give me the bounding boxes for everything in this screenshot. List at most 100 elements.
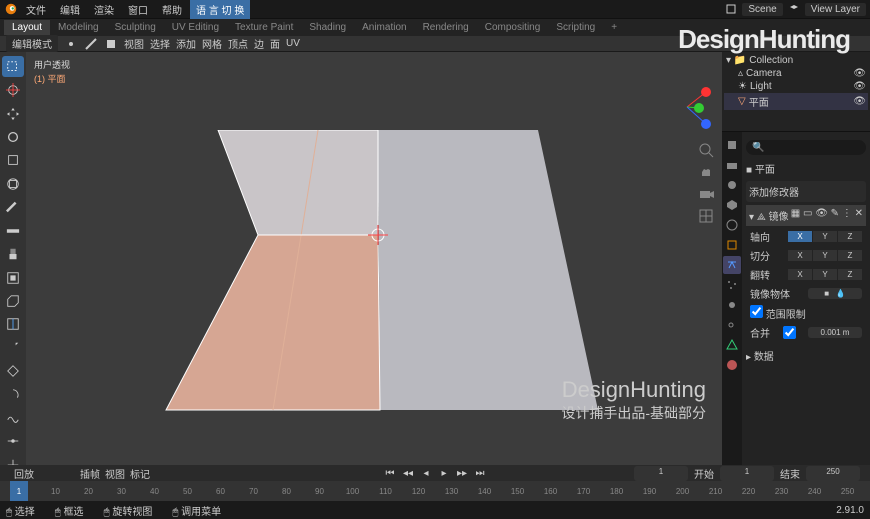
- ptab-data[interactable]: [723, 336, 741, 354]
- scene-name[interactable]: Scene: [742, 3, 782, 16]
- tab-comp[interactable]: Compositing: [477, 20, 549, 35]
- select-tool[interactable]: [2, 56, 24, 77]
- spin-tool[interactable]: [2, 384, 24, 405]
- flip-y[interactable]: Y: [813, 269, 837, 280]
- view-layer-name[interactable]: View Layer: [805, 3, 866, 16]
- mode-select[interactable]: 编辑模式: [6, 35, 58, 52]
- tab-layout[interactable]: Layout: [4, 20, 50, 35]
- ptab-object[interactable]: [723, 236, 741, 254]
- face-mode-icon[interactable]: [104, 37, 118, 51]
- bisect-z[interactable]: Z: [838, 250, 862, 261]
- clip-checkbox[interactable]: [750, 305, 763, 318]
- hdr-uv[interactable]: UV: [286, 38, 300, 49]
- tl-keying[interactable]: 插帧: [80, 470, 100, 481]
- ptab-particle[interactable]: [723, 276, 741, 294]
- outliner-camera[interactable]: Camera: [746, 68, 782, 79]
- prev-key-icon[interactable]: ◂◂: [400, 466, 416, 480]
- hdr-select[interactable]: 选择: [150, 36, 170, 51]
- play-icon[interactable]: ▸: [436, 466, 452, 480]
- measure-tool[interactable]: [2, 220, 24, 241]
- ptab-material[interactable]: [723, 356, 741, 374]
- grid-icon[interactable]: [698, 208, 714, 224]
- nav-gizmo[interactable]: [662, 82, 712, 132]
- end-frame[interactable]: 250: [806, 466, 860, 481]
- tab-anim[interactable]: Animation: [354, 20, 414, 35]
- tab-sculpting[interactable]: Sculpting: [107, 20, 164, 35]
- ptab-physics[interactable]: [723, 296, 741, 314]
- jump-end-icon[interactable]: ⏭: [472, 466, 488, 480]
- tab-add[interactable]: +: [603, 20, 625, 35]
- extrude-tool[interactable]: [2, 243, 24, 264]
- ptab-scene[interactable]: [723, 196, 741, 214]
- ptab-world[interactable]: [723, 216, 741, 234]
- 3d-viewport[interactable]: 用户透视 (1) 平面 ▸ 细分 DesignHunting: [26, 52, 722, 499]
- axis-y[interactable]: Y: [813, 231, 837, 242]
- tab-shading[interactable]: Shading: [301, 20, 354, 35]
- poly-tool[interactable]: [2, 360, 24, 381]
- scale-tool[interactable]: [2, 150, 24, 171]
- ptab-constraint[interactable]: [723, 316, 741, 334]
- play-rev-icon[interactable]: ◂: [418, 466, 434, 480]
- tab-texpaint[interactable]: Texture Paint: [227, 20, 301, 35]
- data-section[interactable]: 数据: [754, 352, 774, 363]
- merge-value[interactable]: 0.001 m: [808, 327, 862, 338]
- edge-mode-icon[interactable]: [84, 37, 98, 51]
- menu-render[interactable]: 渲染: [88, 0, 120, 19]
- bisect-x[interactable]: X: [788, 250, 812, 261]
- vert-mode-icon[interactable]: [64, 37, 78, 51]
- merge-check[interactable]: [783, 326, 796, 339]
- hdr-view[interactable]: 视图: [124, 36, 144, 51]
- rotate-tool[interactable]: [2, 126, 24, 147]
- tab-script[interactable]: Scripting: [548, 20, 603, 35]
- outliner[interactable]: ▾ 📁Collection ▵Camera👁 ☀Light👁 ▽平面👁: [722, 52, 870, 132]
- tab-modeling[interactable]: Modeling: [50, 20, 107, 35]
- loopcut-tool[interactable]: [2, 314, 24, 335]
- transform-tool[interactable]: [2, 173, 24, 194]
- outliner-light[interactable]: Light: [750, 81, 772, 92]
- tl-mode[interactable]: 回放: [8, 465, 40, 482]
- annotate-tool[interactable]: [2, 197, 24, 218]
- smooth-tool[interactable]: [2, 407, 24, 428]
- next-key-icon[interactable]: ▸▸: [454, 466, 470, 480]
- hand-icon[interactable]: [698, 164, 714, 180]
- menu-window[interactable]: 窗口: [122, 0, 154, 19]
- flip-z[interactable]: Z: [838, 269, 862, 280]
- ptab-view[interactable]: [723, 176, 741, 194]
- add-modifier-button[interactable]: 添加修改器: [746, 181, 866, 202]
- axis-z[interactable]: Z: [838, 231, 862, 242]
- slide-tool[interactable]: [2, 431, 24, 452]
- bisect-y[interactable]: Y: [813, 250, 837, 261]
- timeline-ruler[interactable]: 1 01020304050607080901001101201301401501…: [0, 481, 870, 501]
- tab-uv[interactable]: UV Editing: [164, 20, 227, 35]
- tl-view[interactable]: 视图: [105, 470, 125, 481]
- current-frame-field[interactable]: 1: [634, 466, 688, 481]
- menu-edit[interactable]: 编辑: [54, 0, 86, 19]
- hdr-add[interactable]: 添加: [176, 36, 196, 51]
- hdr-face[interactable]: 面: [270, 36, 280, 51]
- ptab-output[interactable]: [723, 156, 741, 174]
- axis-x[interactable]: X: [788, 231, 812, 242]
- camera-icon[interactable]: [698, 186, 714, 202]
- property-search[interactable]: [746, 140, 866, 155]
- inset-tool[interactable]: [2, 267, 24, 288]
- modifier-header[interactable]: ▾ ⟁ 镜像 ▦ ▭ 👁 ✎ ⋮ ✕: [746, 205, 866, 227]
- playhead[interactable]: 1: [10, 481, 28, 501]
- ptab-modifier[interactable]: [723, 256, 741, 274]
- menu-help[interactable]: 帮助: [156, 0, 188, 19]
- start-frame[interactable]: 1: [720, 466, 774, 481]
- outliner-plane[interactable]: 平面: [749, 94, 769, 109]
- flip-x[interactable]: X: [788, 269, 812, 280]
- knife-tool[interactable]: [2, 337, 24, 358]
- hdr-edge[interactable]: 边: [254, 36, 264, 51]
- collection-root[interactable]: Collection: [749, 55, 793, 66]
- move-tool[interactable]: [2, 103, 24, 124]
- tl-marker[interactable]: 标记: [130, 470, 150, 481]
- zoom-icon[interactable]: [698, 142, 714, 158]
- menu-file[interactable]: 文件: [20, 0, 52, 19]
- tab-render[interactable]: Rendering: [415, 20, 477, 35]
- ptab-render[interactable]: [723, 136, 741, 154]
- hdr-vertex[interactable]: 顶点: [228, 36, 248, 51]
- mirror-obj-field[interactable]: ■ 💧: [808, 288, 862, 299]
- bevel-tool[interactable]: [2, 290, 24, 311]
- jump-start-icon[interactable]: ⏮: [382, 466, 398, 480]
